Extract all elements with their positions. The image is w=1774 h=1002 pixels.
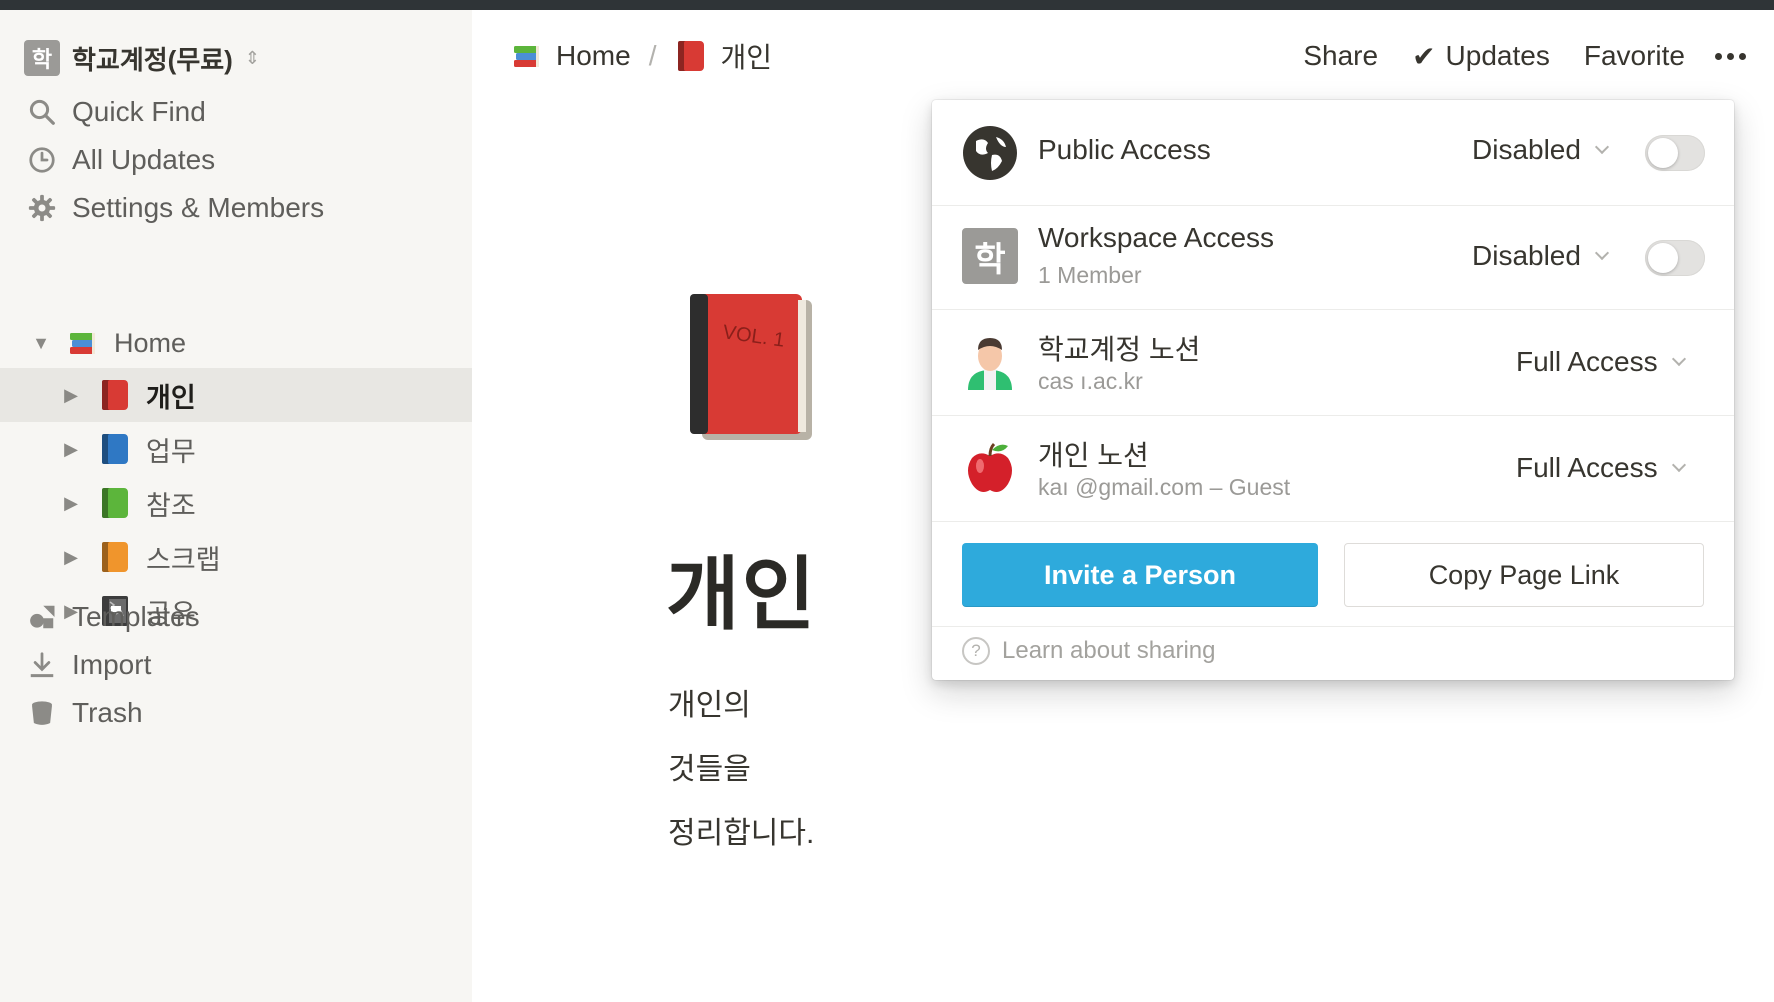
member-row: 개인 노션 kaı @gmail.com – Guest Full Access xyxy=(932,416,1734,522)
globe-icon xyxy=(962,125,1018,181)
updates-button[interactable]: ✔ Updates xyxy=(1412,40,1550,73)
workspace-switcher[interactable]: 학 학교계정(무료) ⇕ xyxy=(24,38,260,78)
red-book-icon xyxy=(98,378,132,412)
workspace-access-dropdown[interactable]: Disabled xyxy=(1472,240,1610,272)
public-access-row: Public Access Disabled xyxy=(932,100,1734,206)
share-button[interactable]: Share xyxy=(1303,40,1378,72)
expand-triangle-icon[interactable]: ▶ xyxy=(60,547,82,568)
topbar-actions: Share ✔ Updates Favorite xyxy=(1269,36,1746,76)
learn-about-sharing-link[interactable]: ? Learn about sharing xyxy=(962,637,1216,665)
sidebar-item-work[interactable]: ▶ 업무 xyxy=(0,422,472,476)
updates-label: Updates xyxy=(1445,40,1550,71)
orange-book-icon xyxy=(98,540,132,574)
member-access-dropdown[interactable]: Full Access xyxy=(1516,346,1686,378)
page-text-line[interactable]: 정리합니다. xyxy=(668,808,814,852)
check-icon: ✔ xyxy=(1412,40,1436,72)
workspace-member-count: 1 Member xyxy=(1038,262,1142,288)
collapse-triangle-icon[interactable]: ▼ xyxy=(30,333,52,354)
page-title[interactable]: 개인 xyxy=(666,530,817,646)
books-icon xyxy=(66,326,100,360)
public-access-status: Disabled xyxy=(1472,134,1581,165)
sidebar-settings-members[interactable]: Settings & Members xyxy=(24,184,324,232)
member-access-level: Full Access xyxy=(1516,346,1658,377)
page-text-line[interactable]: 개인의 xyxy=(668,680,751,724)
member-access-level: Full Access xyxy=(1516,452,1658,483)
blue-book-icon xyxy=(98,432,132,466)
more-options-icon[interactable] xyxy=(1715,52,1746,60)
chevron-down-icon xyxy=(1594,139,1610,155)
public-access-toggle[interactable] xyxy=(1645,135,1705,171)
public-access-title: Public Access xyxy=(1038,134,1211,165)
nav-label: Trash xyxy=(72,697,143,728)
tree-label: 스크랩 xyxy=(146,544,221,575)
member-row: 학교계정 노션 cas ı.ac.kr Full Access xyxy=(932,310,1734,416)
nav-label: Templates xyxy=(72,601,200,632)
breadcrumb-current[interactable]: 개인 xyxy=(720,36,772,76)
sidebar-item-home[interactable]: ▼ Home xyxy=(0,316,472,370)
updown-chevron-icon: ⇕ xyxy=(244,48,260,68)
nav-label: Settings & Members xyxy=(72,192,325,223)
sidebar-all-updates[interactable]: All Updates xyxy=(24,136,215,184)
tree-label: 개인 xyxy=(146,382,196,413)
workspace-access-row: 학 Workspace Access 1 Member Disabled xyxy=(932,206,1734,310)
share-popup: Public Access Disabled 학 Workspace Acces… xyxy=(932,100,1734,680)
page-text-line[interactable]: 것들을 xyxy=(668,744,751,788)
apple-icon xyxy=(962,440,1018,496)
shapes-icon xyxy=(24,599,60,635)
workspace-name: 학교계정(무료) xyxy=(72,44,233,75)
tree-label: 참조 xyxy=(146,490,196,521)
divider xyxy=(932,626,1734,627)
workspace-avatar: 학 xyxy=(24,40,60,76)
workspace-access-status: Disabled xyxy=(1472,240,1581,271)
expand-triangle-icon[interactable]: ▶ xyxy=(60,385,82,406)
workspace-access-title: Workspace Access xyxy=(1038,222,1275,253)
expand-triangle-icon[interactable]: ▶ xyxy=(60,493,82,514)
member-email: cas ı.ac.kr xyxy=(1038,368,1143,394)
copy-page-link-button[interactable]: Copy Page Link xyxy=(1344,543,1704,607)
learn-label: Learn about sharing xyxy=(1002,637,1216,664)
trash-icon xyxy=(24,695,60,731)
sidebar-trash[interactable]: Trash xyxy=(24,689,143,737)
workspace-access-toggle[interactable] xyxy=(1645,240,1705,276)
member-name: 개인 노션 xyxy=(1038,440,1149,471)
sidebar-item-scrap[interactable]: ▶ 스크랩 xyxy=(0,530,472,584)
tree-label: Home xyxy=(114,327,187,358)
green-book-icon xyxy=(98,486,132,520)
red-book-icon xyxy=(674,39,708,73)
member-access-dropdown[interactable]: Full Access xyxy=(1516,452,1686,484)
page-icon-red-book[interactable]: VOL. 1 xyxy=(680,290,820,450)
chevron-down-icon xyxy=(1594,245,1610,261)
member-email: kaı @gmail.com – Guest xyxy=(1038,474,1291,500)
member-name: 학교계정 노션 xyxy=(1038,334,1201,365)
sidebar-quick-find[interactable]: Quick Find xyxy=(24,88,206,136)
search-icon xyxy=(24,94,60,130)
favorite-button[interactable]: Favorite xyxy=(1584,40,1685,72)
tree-label: 업무 xyxy=(146,436,196,467)
nav-label: All Updates xyxy=(72,144,216,175)
gear-icon xyxy=(24,190,60,226)
sidebar-import[interactable]: Import xyxy=(24,641,151,689)
help-icon: ? xyxy=(962,637,990,665)
clock-icon xyxy=(24,142,60,178)
breadcrumb-separator: / xyxy=(648,40,657,71)
nav-label: Quick Find xyxy=(72,96,206,127)
books-icon xyxy=(510,39,544,73)
expand-triangle-icon[interactable]: ▶ xyxy=(60,439,82,460)
workspace-avatar-icon: 학 xyxy=(962,228,1018,284)
sidebar-templates[interactable]: Templates xyxy=(24,593,200,641)
breadcrumb-home[interactable]: Home xyxy=(556,40,631,72)
chevron-down-icon xyxy=(1671,351,1686,367)
chevron-down-icon xyxy=(1671,457,1686,473)
sidebar: 학 학교계정(무료) ⇕ Quick Find All Updates Sett… xyxy=(0,10,472,1002)
public-access-dropdown[interactable]: Disabled xyxy=(1472,134,1610,166)
sidebar-item-personal[interactable]: ▶ 개인 xyxy=(0,368,472,422)
download-icon xyxy=(24,647,60,683)
invite-person-button[interactable]: Invite a Person xyxy=(962,543,1318,607)
nav-label: Import xyxy=(72,649,152,680)
breadcrumb: Home / 개인 xyxy=(510,36,772,76)
person-avatar-icon xyxy=(962,334,1018,390)
window-top-bar xyxy=(0,0,1774,10)
sidebar-item-reference[interactable]: ▶ 참조 xyxy=(0,476,472,530)
